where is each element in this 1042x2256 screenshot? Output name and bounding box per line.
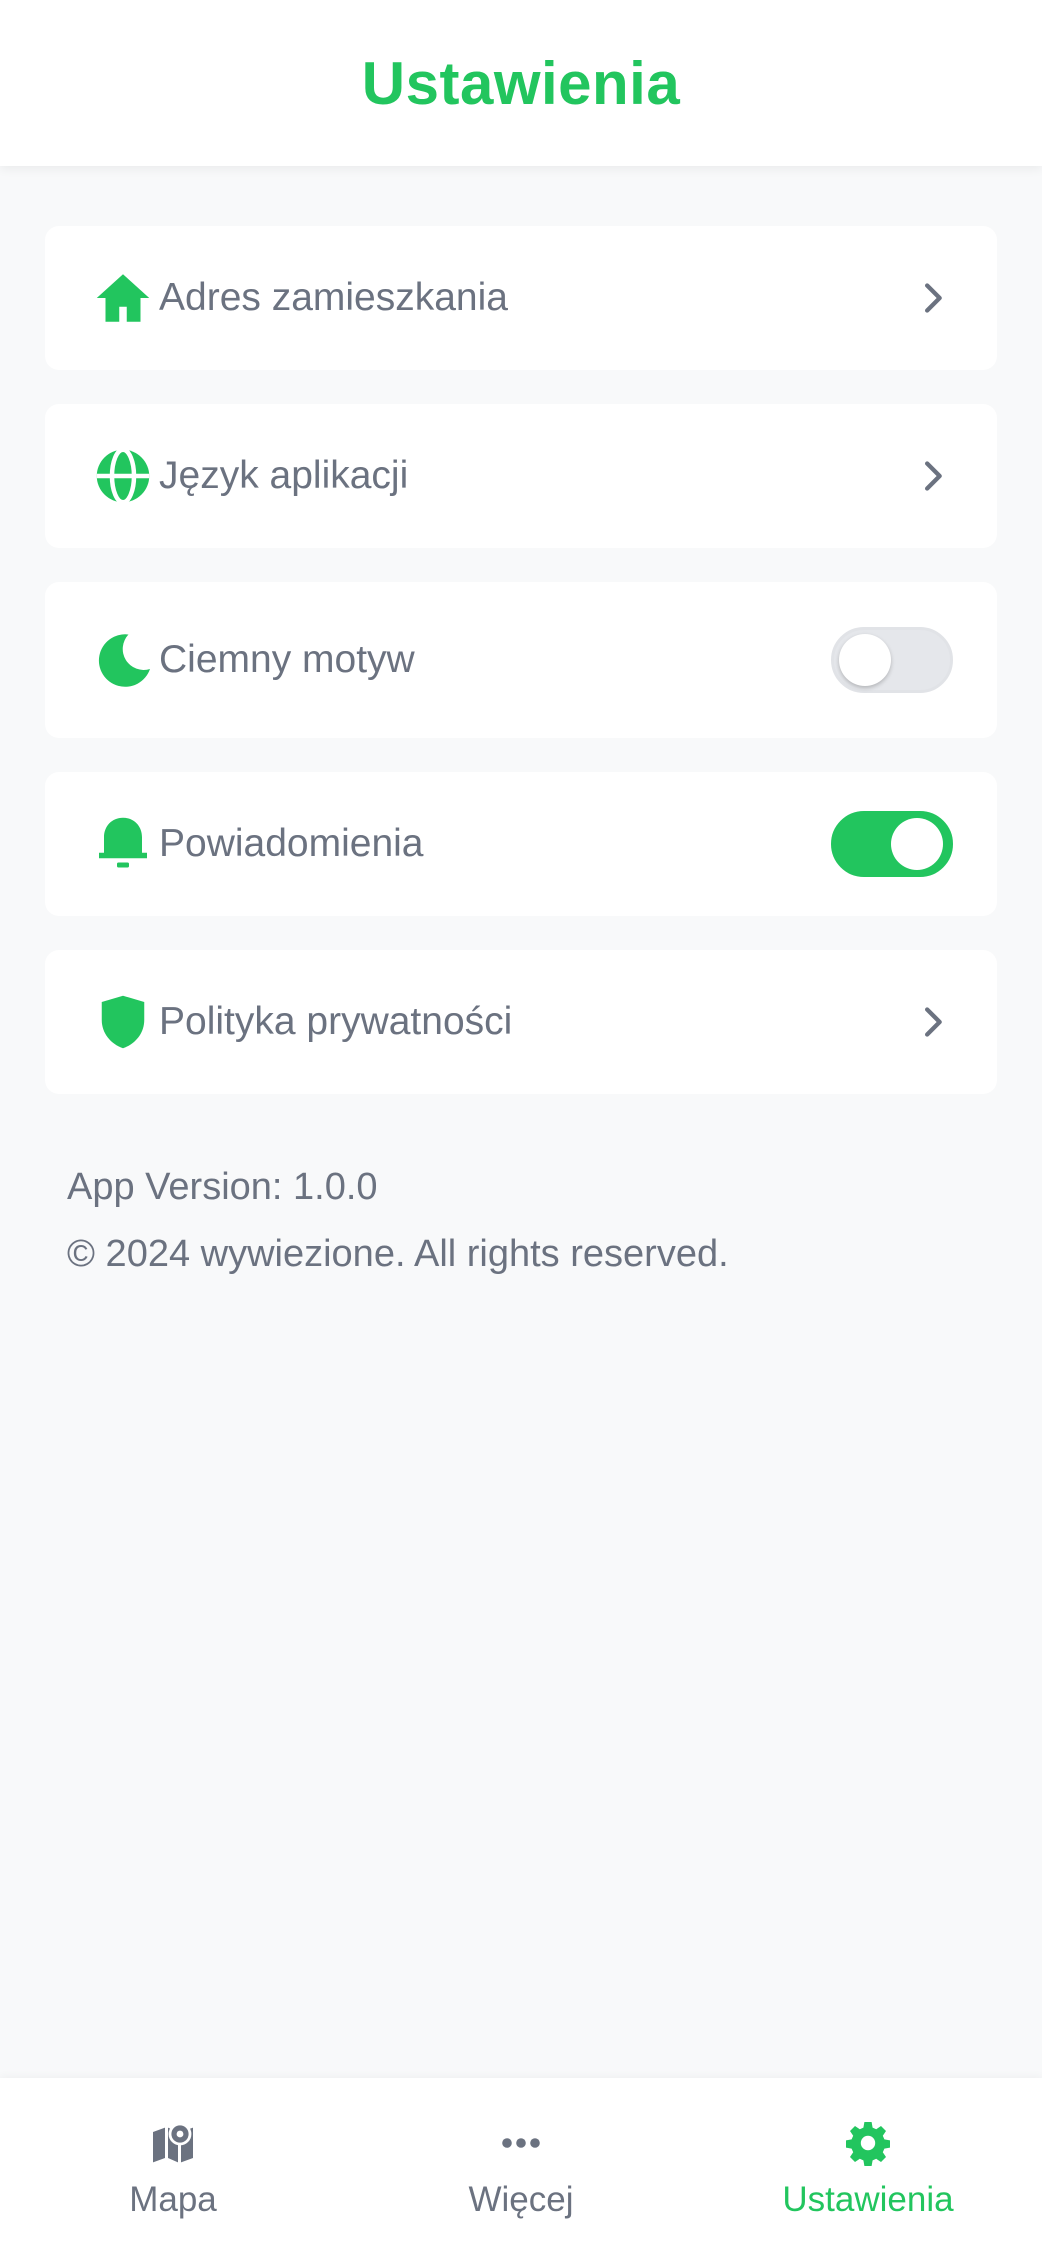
nav-item-mapa[interactable]: Mapa — [43, 2078, 303, 2256]
setting-privacy-row[interactable]: Polityka prywatności — [45, 950, 997, 1094]
chevron-right-icon — [913, 278, 953, 318]
globe-icon — [87, 440, 159, 512]
page-title: Ustawienia — [361, 49, 681, 117]
copyright-text: © 2024 wywiezione. All rights reserved. — [67, 1233, 729, 1275]
setting-language-row[interactable]: Język aplikacji — [45, 404, 997, 548]
gear-icon — [843, 2118, 893, 2168]
bell-icon — [87, 808, 159, 880]
nav-label: Ustawienia — [782, 2180, 954, 2219]
nav-label: Mapa — [129, 2180, 217, 2219]
nav-label: Więcej — [468, 2180, 574, 2219]
setting-language-label: Język aplikacji — [159, 454, 409, 497]
bottom-navigation: Mapa Więcej Ustawienia — [0, 2078, 1042, 2256]
setting-notifications-row: Powiadomienia — [45, 772, 997, 916]
setting-privacy-label: Polityka prywatności — [159, 1000, 513, 1043]
more-dots-icon — [496, 2118, 546, 2168]
toggle-knob — [891, 818, 943, 870]
dark-mode-toggle[interactable] — [831, 627, 953, 693]
setting-dark-mode-label: Ciemny motyw — [159, 638, 415, 681]
nav-item-wiecej[interactable]: Więcej — [391, 2078, 651, 2256]
app-version: App Version: 1.0.0 — [67, 1166, 378, 1208]
shield-icon — [87, 986, 159, 1058]
chevron-right-icon — [913, 456, 953, 496]
setting-dark-mode-row: Ciemny motyw — [45, 582, 997, 738]
setting-notifications-label: Powiadomienia — [159, 822, 424, 865]
map-icon — [148, 2118, 198, 2168]
app-header: Ustawienia — [0, 0, 1042, 166]
home-icon — [87, 262, 159, 334]
toggle-knob — [839, 634, 891, 686]
chevron-right-icon — [913, 1002, 953, 1042]
setting-address-label: Adres zamieszkania — [159, 276, 508, 319]
notifications-toggle[interactable] — [831, 811, 953, 877]
nav-item-ustawienia[interactable]: Ustawienia — [738, 2078, 998, 2256]
setting-address-row[interactable]: Adres zamieszkania — [45, 226, 997, 370]
settings-screen: Ustawienia Adres zamieszkania Język apli… — [0, 0, 1042, 2256]
moon-icon — [87, 624, 159, 696]
